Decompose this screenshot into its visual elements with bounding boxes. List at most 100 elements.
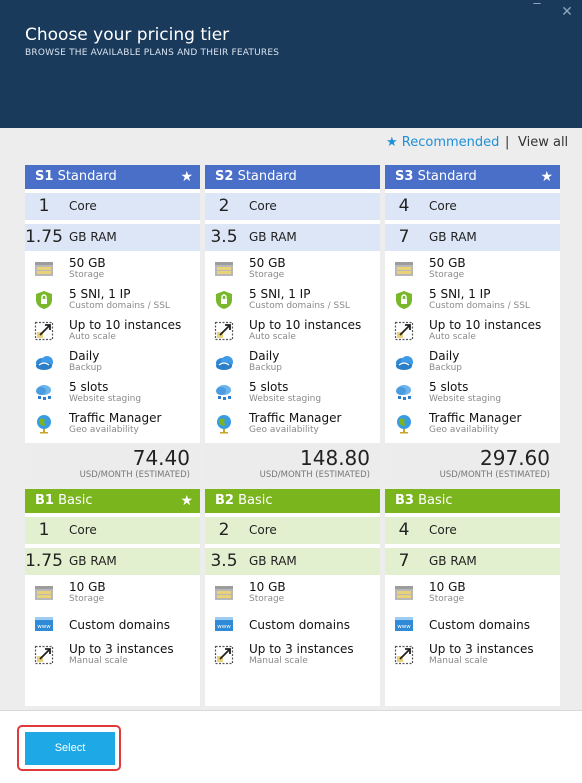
storage-icon	[214, 583, 234, 603]
web-domain-icon: www	[394, 614, 414, 634]
card-header: S1 Standard ★	[25, 165, 200, 189]
feature-value: Up to 3 instances	[429, 642, 534, 656]
pricing-card-b3[interactable]: B3 Basic 4 Core 7 GB RAM 10 GB Storage www Custo…	[385, 489, 560, 706]
feature-value: Traffic Manager	[69, 411, 162, 425]
scale-icon	[394, 321, 414, 341]
scale-icon	[394, 645, 414, 665]
storage-icon	[394, 259, 414, 279]
tier-name: Basic	[418, 493, 453, 508]
recommended-star-icon: ★	[180, 493, 193, 509]
core-row: 4 Core	[385, 517, 560, 544]
tier-code: S2	[215, 169, 234, 184]
feature-row: Up to 3 instances Manual scale	[205, 640, 380, 671]
feature-row: Up to 3 instances Manual scale	[25, 640, 200, 671]
core-row-value: 4	[398, 520, 410, 540]
feature-row: www Custom domains	[385, 609, 560, 640]
recommended-filter[interactable]: ★ Recommended	[386, 135, 499, 150]
feature-row: Up to 10 instances Auto scale	[25, 316, 200, 347]
card-header: S2 Standard	[205, 165, 380, 189]
price-amount: 148.80	[300, 446, 370, 470]
feature-row: 5 SNI, 1 IP Custom domains / SSL	[385, 285, 560, 316]
price-unit: USD/MONTH (ESTIMATED)	[259, 470, 370, 480]
feature-value: 5 SNI, 1 IP	[249, 287, 311, 301]
feature-value: Traffic Manager	[249, 411, 342, 425]
ram-row: 1.75 GB RAM	[25, 224, 200, 251]
feature-value: Up to 3 instances	[69, 642, 174, 656]
feature-label: Geo availability	[429, 425, 499, 435]
feature-row: www Custom domains	[25, 609, 200, 640]
ram-row-value: 7	[398, 227, 410, 247]
pricing-card-s1[interactable]: S1 Standard ★ 1 Core 1.75 GB RAM 50 GB Storage 5…	[25, 165, 200, 483]
feature-label: Auto scale	[249, 332, 296, 342]
globe-icon	[34, 414, 54, 434]
feature-value: Up to 10 instances	[249, 318, 362, 332]
ram-row-value: 1.75	[25, 551, 63, 571]
globe-icon	[394, 414, 414, 434]
pricing-card-b2[interactable]: B2 Basic 2 Core 3.5 GB RAM 10 GB Storage www Cus…	[205, 489, 380, 706]
minimize-icon[interactable]: ‾	[528, 1, 546, 19]
core-row-value: 4	[398, 196, 410, 216]
feature-label: Website staging	[249, 394, 322, 404]
tier-name: Basic	[58, 493, 93, 508]
page-subtitle: BROWSE THE AVAILABLE PLANS AND THEIR FEA…	[25, 48, 280, 58]
ram-row: 7 GB RAM	[385, 224, 560, 251]
feature-row: Traffic Manager Geo availability	[25, 409, 200, 440]
ssl-lock-icon	[214, 290, 234, 310]
feature-row: 50 GB Storage	[25, 254, 200, 285]
svg-text:www: www	[397, 624, 411, 630]
pricing-card-s3[interactable]: S3 Standard ★ 4 Core 7 GB RAM 50 GB Storage 5 SN…	[385, 165, 560, 483]
card-header: B3 Basic	[385, 489, 560, 513]
price-amount: 297.60	[480, 446, 550, 470]
scale-icon	[214, 645, 234, 665]
core-row-value: 2	[218, 196, 230, 216]
filter-bar: ★ Recommended | View all	[0, 135, 582, 153]
core-row: 4 Core	[385, 193, 560, 220]
pricing-card-b1[interactable]: B1 Basic ★ 1 Core 1.75 GB RAM 10 GB Storage www C…	[25, 489, 200, 706]
backup-cloud-icon	[34, 352, 54, 372]
core-row: 2 Core	[205, 193, 380, 220]
card-header: B2 Basic	[205, 489, 380, 513]
core-row-value: 1	[38, 520, 50, 540]
core-row-label: Core	[429, 199, 457, 213]
feature-value: Custom domains	[69, 618, 170, 632]
ram-row: 3.5 GB RAM	[205, 224, 380, 251]
ram-row-value: 3.5	[210, 227, 238, 247]
core-row: 1 Core	[25, 193, 200, 220]
ram-row-label: GB RAM	[429, 230, 477, 244]
feature-row: Traffic Manager Geo availability	[385, 409, 560, 440]
core-row-label: Core	[69, 523, 97, 537]
blade-header: Choose your pricing tier BROWSE THE AVAI…	[0, 0, 582, 128]
web-domain-icon: www	[34, 614, 54, 634]
feature-row: Daily Backup	[25, 347, 200, 378]
select-button[interactable]: Select	[25, 732, 115, 765]
core-row-label: Core	[69, 199, 97, 213]
tier-name: Basic	[238, 493, 273, 508]
recommended-star-icon: ★	[540, 169, 553, 185]
feature-value: Daily	[249, 349, 280, 363]
staging-icon	[214, 383, 234, 403]
pricing-card-s2[interactable]: S2 Standard 2 Core 3.5 GB RAM 50 GB Storage 5 S…	[205, 165, 380, 483]
feature-row: Up to 3 instances Manual scale	[385, 640, 560, 671]
feature-label: Auto scale	[69, 332, 116, 342]
tier-code: B2	[215, 493, 234, 508]
feature-row: 10 GB Storage	[385, 578, 560, 609]
ram-row-value: 1.75	[25, 227, 63, 247]
feature-row: Up to 10 instances Auto scale	[385, 316, 560, 347]
view-all-filter[interactable]: View all	[518, 135, 568, 150]
feature-row: www Custom domains	[205, 609, 380, 640]
feature-value: 10 GB	[69, 580, 106, 594]
scale-icon	[34, 645, 54, 665]
card-header: B1 Basic ★	[25, 489, 200, 513]
feature-value: 5 slots	[69, 380, 109, 394]
feature-value: Custom domains	[249, 618, 350, 632]
feature-label: Geo availability	[249, 425, 319, 435]
feature-row: Traffic Manager Geo availability	[205, 409, 380, 440]
close-icon[interactable]: ✕	[558, 3, 576, 21]
feature-value: 5 slots	[429, 380, 469, 394]
ram-row-label: GB RAM	[249, 554, 297, 568]
feature-value: 50 GB	[249, 256, 286, 270]
feature-row: 50 GB Storage	[205, 254, 380, 285]
feature-row: 50 GB Storage	[385, 254, 560, 285]
tier-code: S3	[395, 169, 414, 184]
feature-label: Storage	[69, 594, 105, 604]
